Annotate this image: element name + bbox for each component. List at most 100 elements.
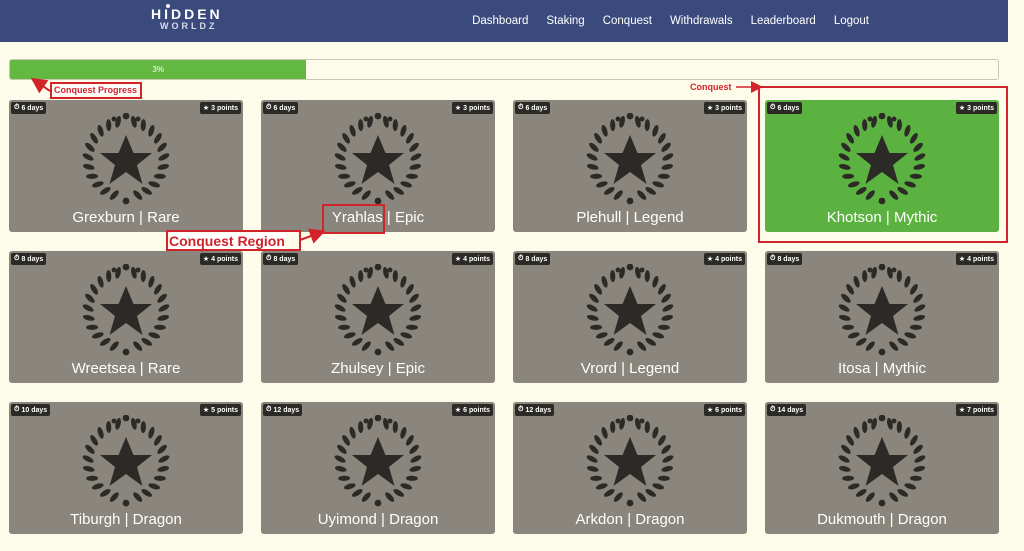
conquest-card[interactable]: ⏱ 12 days ★ 6 points Arkdon | Dragon — [513, 402, 747, 534]
duration-label: 12 days — [273, 406, 300, 414]
laurel-star-emblem-icon — [586, 414, 674, 507]
nav-leaderboard[interactable]: Leaderboard — [751, 15, 816, 27]
duration-label: 10 days — [21, 406, 48, 414]
hidden-worldz-logo[interactable]: HIDDEN WORLDZ — [146, 4, 236, 34]
star-icon: ★ — [958, 256, 966, 263]
laurel-star-emblem-icon — [334, 112, 422, 205]
points-badge: ★ 3 points — [955, 102, 997, 114]
nav-staking[interactable]: Staking — [546, 15, 584, 27]
duration-badge: ⏱ 14 days — [767, 404, 807, 416]
duration-badge: ⏱ 6 days — [11, 102, 47, 114]
logo-text-top: HIDDEN — [151, 6, 223, 22]
card-title: Uyimond | Dragon — [317, 511, 439, 528]
nav-withdrawals[interactable]: Withdrawals — [670, 15, 733, 27]
conquest-progress-bar: 3% — [9, 59, 999, 80]
points-label: 3 points — [715, 104, 742, 112]
emblem — [76, 414, 176, 509]
card-title: Arkdon | Dragon — [575, 511, 685, 528]
logo-text-bottom: WORLDZ — [160, 21, 218, 31]
points-badge: ★ 3 points — [451, 102, 493, 114]
nav-dashboard[interactable]: Dashboard — [472, 15, 528, 27]
emblem — [328, 263, 428, 358]
card-title: Wreetsea | Rare — [71, 360, 181, 377]
clock-icon: ⏱ — [770, 104, 776, 111]
clock-icon: ⏱ — [266, 104, 272, 111]
duration-label: 6 days — [273, 104, 296, 112]
clock-icon: ⏱ — [14, 104, 20, 111]
card-title: Itosa | Mythic — [837, 360, 927, 377]
conquest-card[interactable]: ⏱ 6 days ★ 3 points Grexburn | Rare — [9, 100, 243, 232]
laurel-star-emblem-icon — [586, 112, 674, 205]
duration-label: 14 days — [777, 406, 804, 414]
conquest-card[interactable]: ⏱ 10 days ★ 5 points Tiburgh | Dragon — [9, 402, 243, 534]
clock-icon: ⏱ — [266, 406, 272, 413]
points-label: 3 points — [967, 104, 994, 112]
duration-label: 6 days — [525, 104, 548, 112]
points-badge: ★ 4 points — [199, 253, 241, 265]
laurel-star-emblem-icon — [586, 263, 674, 356]
conquest-card[interactable]: ⏱ 6 days ★ 3 points Plehull | Legend — [513, 100, 747, 232]
conquest-region-annotation-label: Conquest Region — [169, 233, 285, 249]
card-title: Plehull | Legend — [576, 209, 684, 226]
duration-badge: ⏱ 6 days — [515, 102, 551, 114]
duration-label: 6 days — [21, 104, 44, 112]
clock-icon: ⏱ — [266, 255, 272, 262]
laurel-star-emblem-icon — [838, 414, 926, 507]
top-navbar: HIDDEN WORLDZ Dashboard Staking Conquest… — [0, 0, 1008, 42]
points-badge: ★ 4 points — [703, 253, 745, 265]
duration-badge: ⏱ 8 days — [767, 253, 803, 265]
duration-badge: ⏱ 8 days — [515, 253, 551, 265]
star-icon: ★ — [706, 407, 714, 414]
card-title: Yrahlas | Epic — [331, 209, 425, 226]
duration-label: 8 days — [525, 255, 548, 263]
duration-badge: ⏱ 10 days — [11, 404, 51, 416]
main-nav: Dashboard Staking Conquest Withdrawals L… — [454, 0, 869, 42]
clock-icon: ⏱ — [518, 104, 524, 111]
laurel-star-emblem-icon — [838, 112, 926, 205]
conquest-card[interactable]: ⏱ 6 days ★ 3 points Yrahlas | Epic — [261, 100, 495, 232]
nav-logout[interactable]: Logout — [834, 15, 869, 27]
emblem — [328, 414, 428, 509]
card-title: Tiburgh | Dragon — [70, 511, 182, 528]
star-icon: ★ — [706, 256, 714, 263]
card-title: Zhulsey | Epic — [331, 360, 425, 377]
duration-badge: ⏱ 12 days — [263, 404, 303, 416]
points-label: 3 points — [211, 104, 238, 112]
star-icon: ★ — [958, 407, 966, 414]
emblem — [832, 414, 932, 509]
card-title: Dukmouth | Dragon — [817, 511, 947, 528]
card-title: Vrord | Legend — [580, 360, 680, 377]
points-badge: ★ 3 points — [703, 102, 745, 114]
conquest-card[interactable]: ⏱ 8 days ★ 4 points Itosa | Mythic — [765, 251, 999, 383]
points-badge: ★ 4 points — [451, 253, 493, 265]
emblem — [832, 112, 932, 207]
points-label: 6 points — [463, 406, 490, 414]
star-icon: ★ — [202, 407, 210, 414]
clock-icon: ⏱ — [14, 406, 20, 413]
laurel-star-emblem-icon — [334, 414, 422, 507]
emblem — [580, 112, 680, 207]
conquest-card[interactable]: ⏱ 8 days ★ 4 points Vrord | Legend — [513, 251, 747, 383]
emblem — [76, 263, 176, 358]
conquest-card[interactable]: ⏱ 12 days ★ 6 points Uyimond | Dragon — [261, 402, 495, 534]
points-label: 7 points — [967, 406, 994, 414]
conquest-card[interactable]: ⏱ 8 days ★ 4 points Zhulsey | Epic — [261, 251, 495, 383]
conquest-card[interactable]: ⏱ 14 days ★ 7 points Dukmouth | Dragon — [765, 402, 999, 534]
laurel-star-emblem-icon — [82, 112, 170, 205]
laurel-star-emblem-icon — [334, 263, 422, 356]
star-icon: ★ — [202, 105, 210, 112]
points-label: 4 points — [463, 255, 490, 263]
star-icon: ★ — [202, 256, 210, 263]
progress-annotation-arrow — [30, 77, 51, 94]
duration-badge: ⏱ 8 days — [263, 253, 299, 265]
clock-icon: ⏱ — [770, 255, 776, 262]
points-badge: ★ 3 points — [199, 102, 241, 114]
region-annotation-arrow — [299, 228, 326, 244]
laurel-star-emblem-icon — [838, 263, 926, 356]
conquest-card[interactable]: ⏱ 6 days ★ 3 points Khotson | Mythic — [765, 100, 999, 232]
conquest-card[interactable]: ⏱ 8 days ★ 4 points Wreetsea | Rare — [9, 251, 243, 383]
star-icon: ★ — [454, 407, 462, 414]
duration-label: 8 days — [777, 255, 800, 263]
duration-label: 6 days — [777, 104, 800, 112]
nav-conquest[interactable]: Conquest — [603, 15, 652, 27]
